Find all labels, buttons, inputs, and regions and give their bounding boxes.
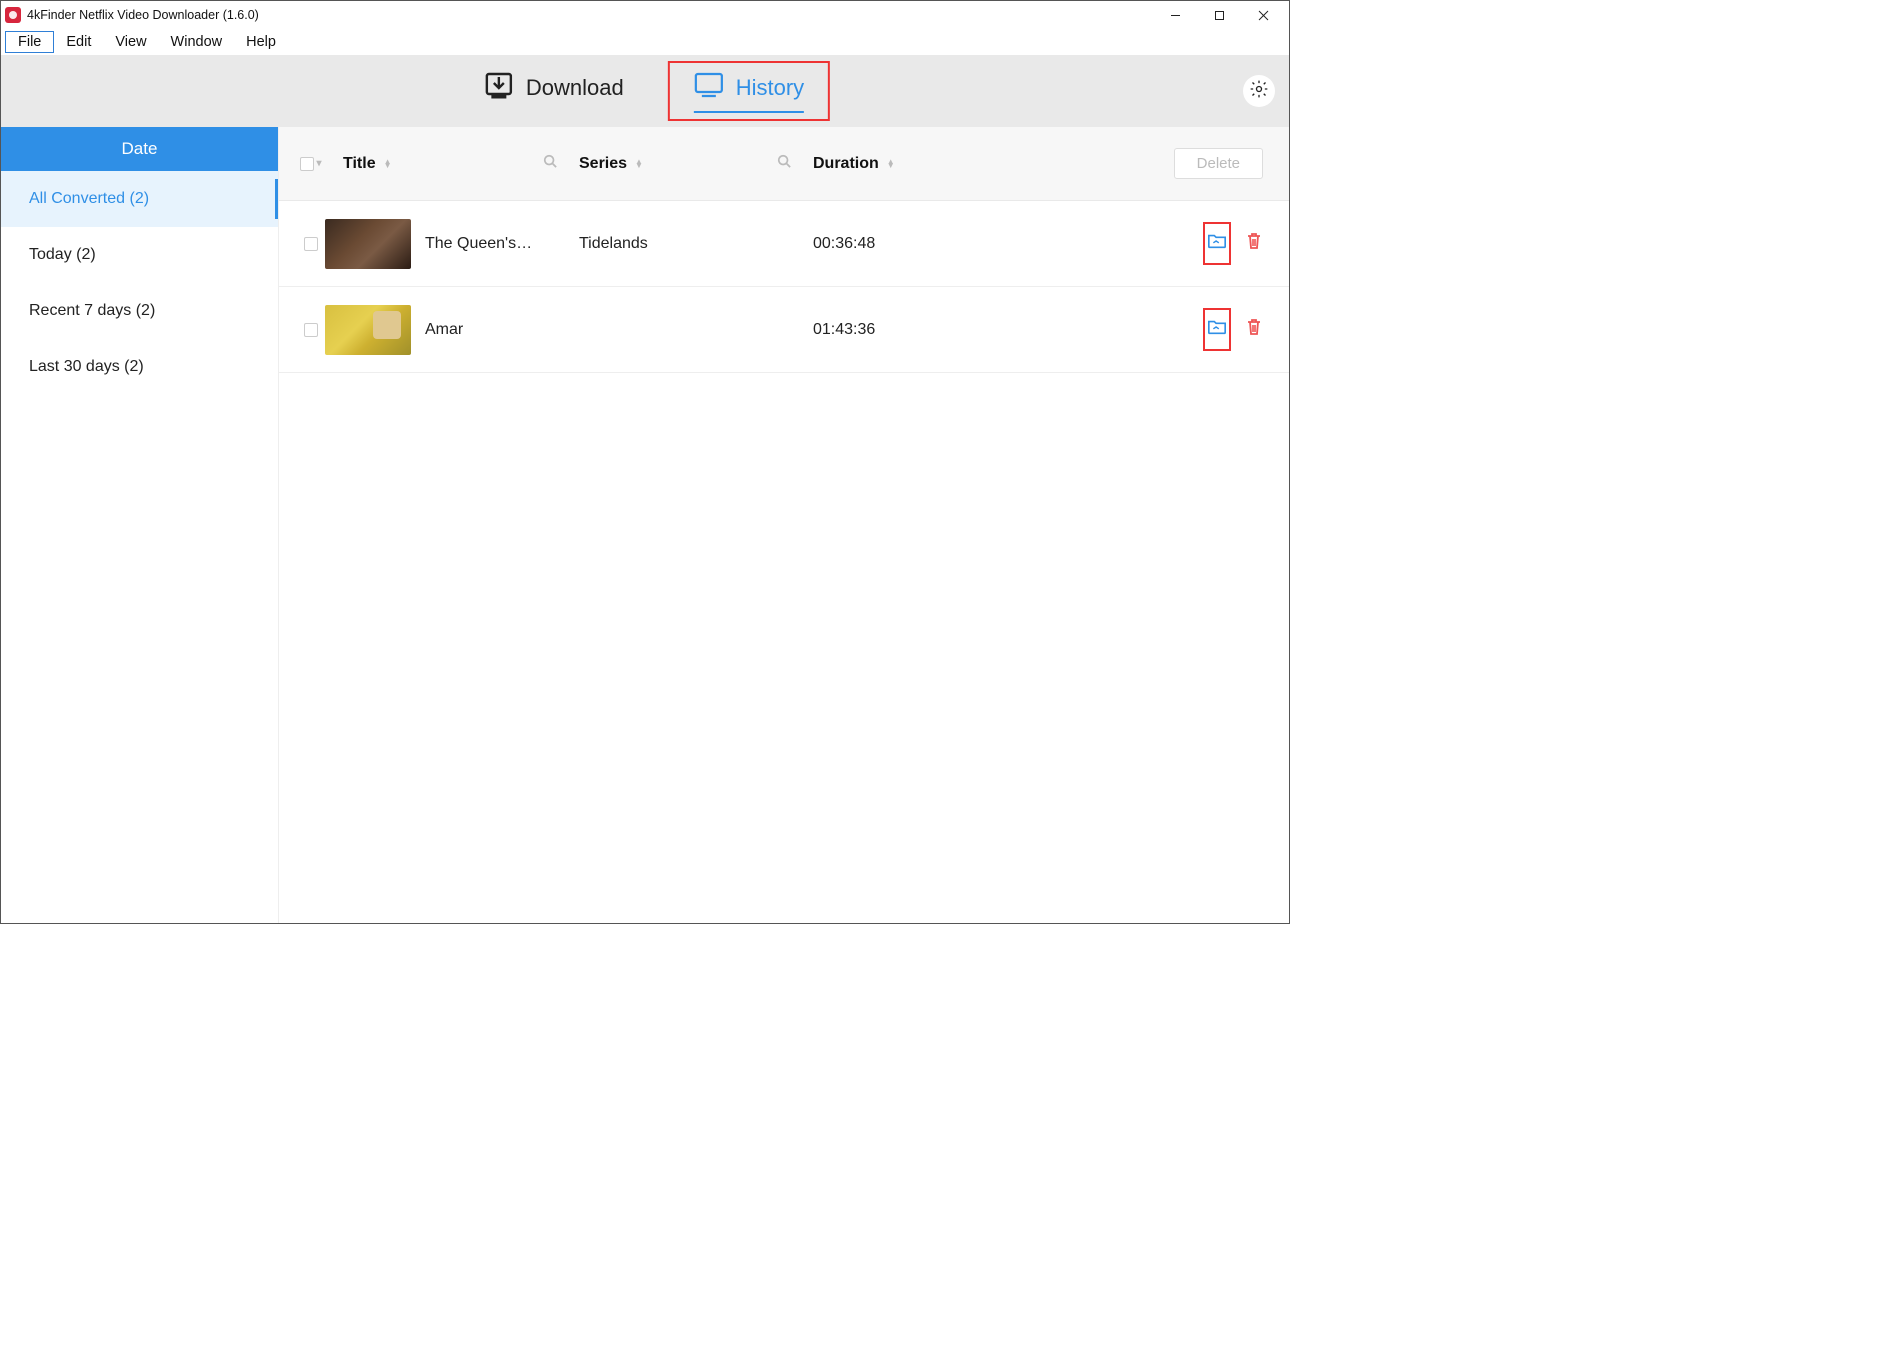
settings-button[interactable] — [1243, 75, 1275, 107]
delete-row-button[interactable] — [1245, 317, 1263, 342]
titlebar: 4kFinder Netflix Video Downloader (1.6.0… — [1, 1, 1289, 29]
menu-edit[interactable]: Edit — [54, 32, 103, 52]
sidebar-item-all-converted[interactable]: All Converted (2) — [1, 171, 278, 227]
menu-file[interactable]: File — [5, 31, 54, 53]
toolbar: Download History — [1, 55, 1289, 127]
table-row: Amar 01:43:36 — [279, 287, 1289, 373]
maximize-button[interactable] — [1197, 1, 1241, 29]
thumbnail — [325, 219, 411, 269]
sidebar: Date All Converted (2) Today (2) Recent … — [1, 127, 279, 923]
row-checkbox[interactable] — [304, 323, 318, 337]
nav-history[interactable]: History — [668, 61, 830, 121]
search-icon[interactable] — [777, 154, 791, 173]
nav-download-label: Download — [526, 75, 624, 101]
minimize-button[interactable] — [1153, 1, 1197, 29]
app-icon — [5, 7, 21, 23]
delete-row-button[interactable] — [1245, 231, 1263, 256]
sidebar-item-last-30-days[interactable]: Last 30 days (2) — [1, 339, 278, 395]
nav-history-label: History — [736, 75, 804, 101]
row-series: Tidelands — [579, 235, 648, 253]
monitor-icon — [694, 71, 724, 105]
header-duration[interactable]: Duration — [813, 155, 879, 173]
header-series[interactable]: Series — [579, 155, 627, 173]
download-icon — [484, 71, 514, 105]
gear-icon — [1249, 79, 1269, 104]
table-row: The Queen's… Tidelands 00:36:48 — [279, 201, 1289, 287]
sort-icon[interactable]: ▲▼ — [635, 160, 643, 168]
menubar: File Edit View Window Help — [1, 29, 1289, 55]
table-header: ▾ Title ▲▼ Series ▲▼ Duration ▲▼ Del — [279, 127, 1289, 201]
window-title: 4kFinder Netflix Video Downloader (1.6.0… — [27, 8, 259, 22]
close-button[interactable] — [1241, 1, 1285, 29]
folder-icon — [1207, 232, 1227, 255]
delete-button[interactable]: Delete — [1174, 148, 1263, 179]
sidebar-item-today[interactable]: Today (2) — [1, 227, 278, 283]
select-all-checkbox[interactable] — [300, 157, 314, 171]
thumbnail — [325, 305, 411, 355]
menu-window[interactable]: Window — [159, 32, 235, 52]
chevron-down-icon[interactable]: ▾ — [316, 158, 321, 169]
open-folder-button[interactable] — [1203, 308, 1231, 351]
sidebar-item-recent-7-days[interactable]: Recent 7 days (2) — [1, 283, 278, 339]
header-title[interactable]: Title — [343, 155, 376, 173]
row-duration: 00:36:48 — [813, 235, 875, 253]
folder-icon — [1207, 318, 1227, 341]
main: ▾ Title ▲▼ Series ▲▼ Duration ▲▼ Del — [279, 127, 1289, 923]
nav-download[interactable]: Download — [460, 61, 648, 121]
open-folder-button[interactable] — [1203, 222, 1231, 265]
search-icon[interactable] — [543, 154, 557, 173]
menu-view[interactable]: View — [103, 32, 158, 52]
row-title: Amar — [425, 321, 463, 339]
sort-icon[interactable]: ▲▼ — [887, 160, 895, 168]
row-duration: 01:43:36 — [813, 321, 875, 339]
sort-icon[interactable]: ▲▼ — [384, 160, 392, 168]
row-checkbox[interactable] — [304, 237, 318, 251]
row-title: The Queen's… — [425, 235, 532, 253]
menu-help[interactable]: Help — [234, 32, 288, 52]
sidebar-header: Date — [1, 127, 278, 171]
